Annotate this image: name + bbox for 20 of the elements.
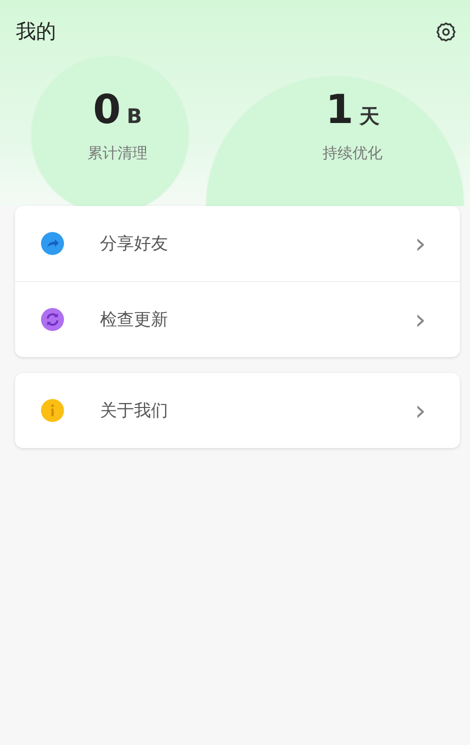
stat-unit: B xyxy=(126,104,142,128)
stat-unit: 天 xyxy=(359,103,380,130)
chevron-icon: › xyxy=(414,230,426,258)
menu-label: 分享好友 xyxy=(100,233,169,255)
menu-item[interactable]: 分享好友 › xyxy=(15,206,460,281)
refresh-icon xyxy=(41,308,64,331)
stat-value: 1 xyxy=(326,90,354,130)
stat-value: 0 xyxy=(92,90,121,130)
stat-label: 持续优化 xyxy=(322,144,382,163)
menu-item[interactable]: 检查更新 › xyxy=(15,281,460,357)
chevron-icon: › xyxy=(414,306,426,334)
menu-item[interactable]: 关于我们 › xyxy=(15,373,460,448)
share-icon xyxy=(41,232,64,255)
menu-label: 检查更新 xyxy=(100,309,169,331)
chevron-icon: › xyxy=(414,396,426,424)
page-title: 我的 xyxy=(16,18,56,45)
stat-label: 累计清理 xyxy=(88,144,148,163)
settings-icon[interactable] xyxy=(435,20,457,42)
info-icon xyxy=(41,399,64,422)
menu-label: 关于我们 xyxy=(100,400,169,422)
